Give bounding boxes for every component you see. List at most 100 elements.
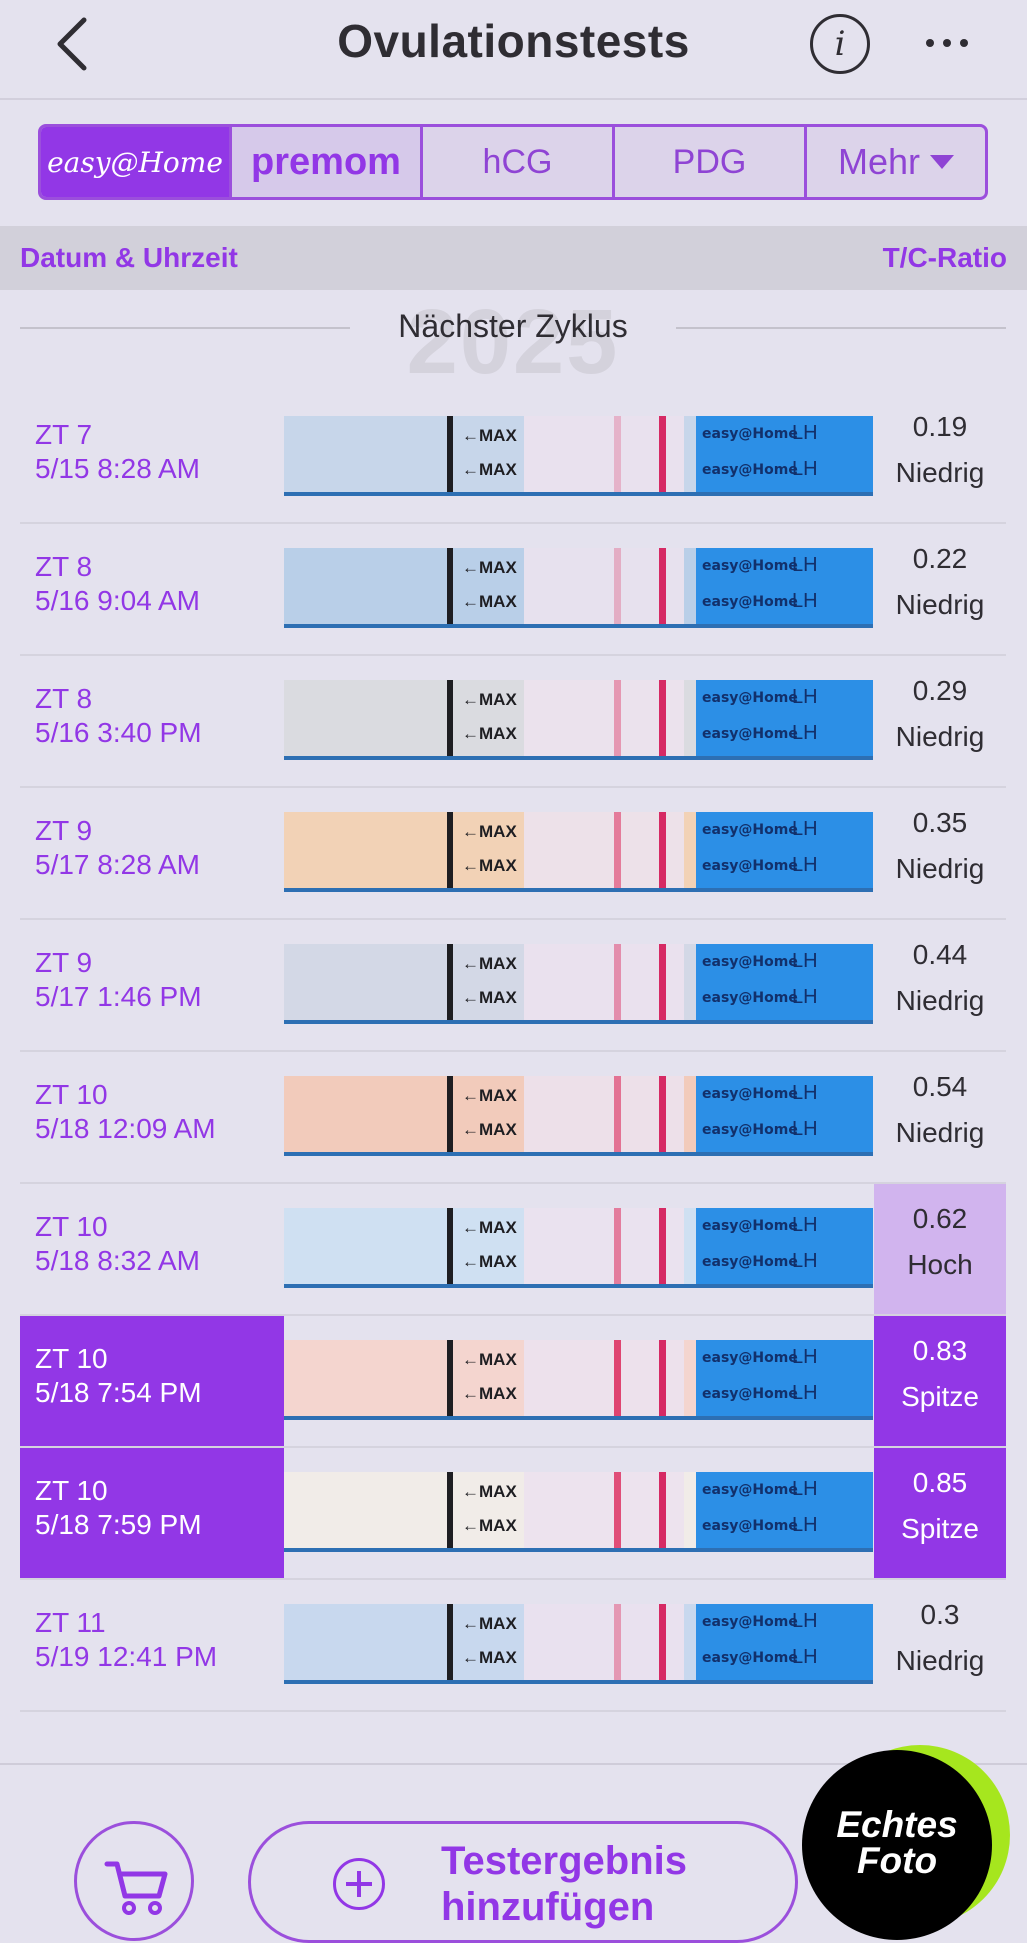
strip-brand-text: easy@Home bbox=[702, 822, 798, 838]
badge-line: Echtes bbox=[836, 1804, 958, 1845]
test-date-time: ZT 10 5/18 12:09 AM bbox=[20, 1052, 284, 1182]
test-timestamp: 5/17 8:28 AM bbox=[35, 849, 201, 880]
tc-ratio-cell: 0.62 Hoch bbox=[874, 1184, 1006, 1314]
tab-pdg[interactable]: PDG bbox=[615, 127, 807, 197]
strip-handle bbox=[284, 812, 447, 888]
test-date-time: ZT 9 5/17 8:28 AM bbox=[20, 788, 284, 918]
info-icon[interactable]: i bbox=[810, 14, 870, 74]
max-label: ←MAX bbox=[462, 460, 517, 479]
strip-lh-text: LH bbox=[792, 1118, 818, 1140]
strip-brand-label: easy@Home LH easy@Home LH bbox=[696, 1604, 873, 1680]
ratio-column-label: T/C-Ratio bbox=[882, 242, 1007, 273]
max-label: ←MAX bbox=[462, 426, 517, 445]
strip-brand-label: easy@Home LH easy@Home LH bbox=[696, 944, 873, 1020]
test-date-time: ZT 10 5/18 7:59 PM bbox=[20, 1448, 284, 1578]
strip-handle bbox=[284, 1076, 447, 1152]
test-strip-photo[interactable]: ←MAX ←MAX easy@Home LH easy@Home LH bbox=[284, 1076, 873, 1156]
tc-ratio-value: 0.19 bbox=[912, 411, 968, 442]
test-row[interactable]: ZT 10 5/18 8:32 AM ←MAX ←MAX easy@Home LH easy… bbox=[20, 1184, 1006, 1316]
strip-brand-text: easy@Home bbox=[702, 462, 798, 478]
strip-lh-text: LH bbox=[792, 722, 818, 744]
test-row[interactable]: ZT 7 5/15 8:28 AM ←MAX ←MAX easy@Home LH easy@… bbox=[20, 392, 1006, 524]
test-date-time: ZT 11 5/19 12:41 PM bbox=[20, 1580, 284, 1710]
cart-icon bbox=[104, 1861, 168, 1915]
test-strip-photo[interactable]: ←MAX ←MAX easy@Home LH easy@Home LH bbox=[284, 680, 873, 760]
strip-brand-text: easy@Home bbox=[702, 690, 798, 706]
test-list: ZT 7 5/15 8:28 AM ←MAX ←MAX easy@Home LH easy@… bbox=[20, 392, 1006, 1712]
control-line bbox=[659, 548, 666, 624]
shop-cart-button[interactable] bbox=[74, 1821, 194, 1941]
strip-brand-text: easy@Home bbox=[702, 558, 798, 574]
plus-circle-icon bbox=[333, 1858, 385, 1910]
strip-brand-label: easy@Home LH easy@Home LH bbox=[696, 1076, 873, 1152]
test-line bbox=[614, 1472, 621, 1548]
strip-max-mark bbox=[447, 680, 453, 756]
test-strip-photo[interactable]: ←MAX ←MAX easy@Home LH easy@Home LH bbox=[284, 1604, 873, 1684]
control-line bbox=[659, 1076, 666, 1152]
test-strip-photo[interactable]: ←MAX ←MAX easy@Home LH easy@Home LH bbox=[284, 812, 873, 892]
strip-brand-text: easy@Home bbox=[702, 1086, 798, 1102]
more-options-icon[interactable] bbox=[926, 34, 978, 47]
tab-premom[interactable]: premom bbox=[232, 127, 423, 197]
test-date-time: ZT 10 5/18 8:32 AM bbox=[20, 1184, 284, 1314]
tc-ratio-cell: 0.83 Spitze bbox=[874, 1316, 1006, 1446]
max-label: ←MAX bbox=[462, 724, 517, 743]
test-date-time: ZT 10 5/18 7:54 PM bbox=[20, 1316, 284, 1446]
test-line bbox=[614, 1208, 621, 1284]
add-label-line: Testergebnis bbox=[441, 1839, 687, 1883]
strip-handle bbox=[284, 944, 447, 1020]
test-timestamp: 5/18 8:32 AM bbox=[35, 1245, 201, 1276]
strip-brand-text: easy@Home bbox=[702, 1218, 798, 1234]
strip-handle bbox=[284, 416, 447, 492]
tab-more[interactable]: Mehr bbox=[807, 127, 985, 197]
control-line bbox=[659, 1340, 666, 1416]
strip-max-mark bbox=[447, 944, 453, 1020]
cycle-day: ZT 8 bbox=[35, 683, 93, 714]
test-strip-photo[interactable]: ←MAX ←MAX easy@Home LH easy@Home LH bbox=[284, 1340, 873, 1420]
tab-more-label: Mehr bbox=[837, 141, 921, 182]
strip-lh-text: LH bbox=[792, 1478, 818, 1500]
test-strip-photo[interactable]: ←MAX ←MAX easy@Home LH easy@Home LH bbox=[284, 944, 873, 1024]
test-row[interactable]: ZT 8 5/16 3:40 PM ←MAX ←MAX easy@Home LH easy@… bbox=[20, 656, 1006, 788]
tc-ratio-value: 0.3 bbox=[920, 1599, 960, 1630]
tab-easyhome[interactable]: easy@Home bbox=[41, 127, 232, 197]
max-label: ←MAX bbox=[462, 856, 517, 875]
test-row[interactable]: ZT 9 5/17 1:46 PM ←MAX ←MAX easy@Home LH easy@… bbox=[20, 920, 1006, 1052]
date-time-column-label: Datum & Uhrzeit bbox=[20, 242, 238, 273]
test-strip-photo[interactable]: ←MAX ←MAX easy@Home LH easy@Home LH bbox=[284, 548, 873, 628]
test-row[interactable]: ZT 10 5/18 7:59 PM ←MAX ←MAX easy@Home LH easy… bbox=[20, 1448, 1006, 1580]
test-row[interactable]: ZT 10 5/18 7:54 PM ←MAX ←MAX easy@Home LH easy… bbox=[20, 1316, 1006, 1448]
tc-ratio-cell: 0.44 Niedrig bbox=[874, 920, 1006, 1050]
test-row[interactable]: ZT 9 5/17 8:28 AM ←MAX ←MAX easy@Home LH easy@… bbox=[20, 788, 1006, 920]
test-row[interactable]: ZT 8 5/16 9:04 AM ←MAX ←MAX easy@Home LH easy@… bbox=[20, 524, 1006, 656]
test-strip-photo[interactable]: ←MAX ←MAX easy@Home LH easy@Home LH bbox=[284, 1472, 873, 1552]
strip-max-mark bbox=[447, 812, 453, 888]
strip-max-mark bbox=[447, 1208, 453, 1284]
strip-lh-text: LH bbox=[792, 1610, 818, 1632]
tab-hcg[interactable]: hCG bbox=[423, 127, 615, 197]
strip-handle bbox=[284, 1472, 447, 1548]
strip-lh-text: LH bbox=[792, 950, 818, 972]
strip-brand-label: easy@Home LH easy@Home LH bbox=[696, 680, 873, 756]
cycle-day: ZT 9 bbox=[35, 815, 93, 846]
test-line bbox=[614, 680, 621, 756]
test-strip-photo[interactable]: ←MAX ←MAX easy@Home LH easy@Home LH bbox=[284, 1208, 873, 1288]
strip-brand-text: easy@Home bbox=[702, 1482, 798, 1498]
strip-lh-text: LH bbox=[792, 854, 818, 876]
test-row[interactable]: ZT 11 5/19 12:41 PM ←MAX ←MAX easy@Home LH eas… bbox=[20, 1580, 1006, 1712]
column-header: Datum & Uhrzeit T/C-Ratio bbox=[0, 226, 1027, 290]
lh-level-label: Niedrig bbox=[895, 721, 985, 752]
max-label: ←MAX bbox=[462, 592, 517, 611]
test-line bbox=[614, 812, 621, 888]
dropdown-caret-icon bbox=[930, 155, 955, 169]
strip-handle bbox=[284, 680, 447, 756]
tc-ratio-cell: 0.19 Niedrig bbox=[874, 392, 1006, 522]
test-row[interactable]: ZT 10 5/18 12:09 AM ←MAX ←MAX easy@Home LH eas… bbox=[20, 1052, 1006, 1184]
test-timestamp: 5/15 8:28 AM bbox=[35, 453, 201, 484]
max-label: ←MAX bbox=[462, 690, 517, 709]
test-strip-photo[interactable]: ←MAX ←MAX easy@Home LH easy@Home LH bbox=[284, 416, 873, 496]
cycle-day: ZT 9 bbox=[35, 947, 93, 978]
cycle-day: ZT 10 bbox=[35, 1343, 108, 1374]
strip-lh-text: LH bbox=[792, 818, 818, 840]
add-test-result-button[interactable]: Testergebnis hinzufügen bbox=[248, 1821, 798, 1943]
